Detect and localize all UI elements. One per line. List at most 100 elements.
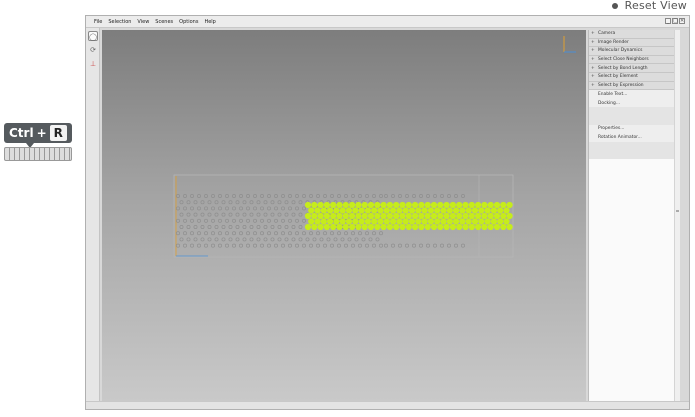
minimize-button[interactable]: _	[665, 18, 671, 24]
panel-select-close-neighbors[interactable]: + Select Close Neighbors	[589, 55, 680, 65]
selected-atom	[330, 201, 337, 209]
grey-atom	[309, 194, 313, 198]
selected-atom	[459, 207, 466, 214]
grey-atom	[218, 206, 222, 211]
grey-atom	[214, 225, 219, 229]
grey-atom	[291, 225, 296, 229]
expand-icon[interactable]: +	[591, 31, 595, 36]
selected-atom	[323, 201, 330, 209]
panel-select-by-element[interactable]: + Select by Element	[589, 72, 680, 82]
panel-select-by-expression[interactable]: + Select by Expression	[589, 81, 680, 91]
keyboard-shortcut-badge: Ctrl + R	[2, 121, 74, 165]
grey-atom	[340, 237, 345, 242]
grey-atom	[200, 200, 205, 205]
expand-icon[interactable]: +	[591, 66, 595, 71]
expand-icon[interactable]: +	[591, 83, 595, 88]
grey-atom	[232, 194, 236, 198]
selected-atom	[421, 207, 428, 214]
selected-atom	[424, 212, 431, 220]
scrollbar-grip[interactable]	[676, 210, 679, 212]
grey-atom	[242, 200, 247, 205]
maximize-button[interactable]: ▢	[672, 18, 678, 24]
selected-atom	[493, 223, 501, 231]
grey-atom	[267, 231, 271, 236]
selected-atom	[304, 223, 312, 231]
selected-atom	[393, 201, 400, 209]
selected-atom	[311, 212, 318, 220]
selected-atom	[405, 201, 412, 209]
grey-atom	[461, 243, 465, 248]
grey-atom	[260, 218, 264, 223]
selected-atom	[487, 223, 494, 231]
menu-file[interactable]: File	[94, 19, 102, 25]
selected-atom	[430, 201, 438, 209]
grey-atom	[186, 225, 191, 229]
grey-atom	[447, 243, 451, 248]
grey-atom	[179, 200, 184, 205]
action-properties[interactable]: Properties...	[589, 124, 680, 134]
expand-icon[interactable]: +	[591, 57, 595, 62]
panel-label: Select by Bond Length	[598, 65, 648, 71]
grey-atom	[249, 212, 254, 217]
panel-molecular-dynamics[interactable]: + Molecular Dynamics	[589, 47, 680, 56]
selected-atom	[478, 207, 485, 214]
grey-atom	[368, 237, 373, 242]
grey-atom	[316, 243, 320, 248]
grey-atom	[239, 194, 243, 198]
menu-scenes[interactable]: Scenes	[155, 19, 173, 25]
orbit-icon[interactable]: ⟳	[88, 45, 98, 55]
camera-icon[interactable]: ◯	[88, 31, 98, 41]
panel-image-render[interactable]: + Image Render	[589, 38, 680, 48]
selected-atom	[484, 218, 491, 225]
grey-atom	[337, 243, 341, 248]
action-enable-text[interactable]: Enable Text...	[589, 90, 680, 99]
grey-atom	[253, 206, 257, 211]
grey-atom	[256, 200, 261, 205]
action-disabled	[589, 107, 680, 116]
application-window: File Selection View Scenes Options Help …	[85, 15, 690, 410]
menu-help[interactable]: Help	[204, 19, 215, 25]
grey-atom	[365, 231, 369, 236]
menu-options[interactable]: Options	[179, 19, 198, 25]
selected-atom	[361, 201, 368, 209]
grey-atom	[298, 237, 303, 242]
selected-atom	[367, 212, 375, 220]
shortcut-keys: Ctrl + R	[4, 123, 72, 143]
grey-atom	[176, 243, 180, 248]
selected-atom	[314, 218, 321, 225]
expand-icon[interactable]: +	[591, 48, 595, 53]
grey-atom	[221, 225, 226, 229]
grey-atom	[200, 237, 205, 242]
selected-atom	[311, 223, 318, 231]
grey-atom	[295, 218, 299, 223]
selected-atom	[355, 201, 362, 209]
grey-atom	[183, 243, 187, 248]
menu-selection[interactable]: Selection	[108, 19, 131, 25]
grey-atom	[249, 200, 254, 205]
selected-atom	[415, 207, 422, 214]
grey-atom	[344, 231, 348, 236]
close-button[interactable]: ✕	[679, 18, 685, 24]
selected-atom	[500, 212, 507, 220]
selected-atom	[330, 223, 337, 231]
grey-atom	[253, 194, 257, 198]
panel-scrollbar[interactable]	[674, 30, 680, 401]
grey-atom	[263, 237, 268, 242]
axes-icon[interactable]: ⊥	[88, 59, 98, 69]
grey-atom	[260, 243, 264, 248]
panel-select-by-bond-length[interactable]: + Select by Bond Length	[589, 64, 680, 73]
menu-view[interactable]: View	[137, 19, 149, 25]
expand-icon[interactable]: +	[591, 74, 595, 79]
action-docking[interactable]: Docking...	[589, 98, 680, 108]
grey-atom	[176, 218, 180, 223]
grey-atom	[358, 194, 362, 198]
panel-camera[interactable]: + Camera	[589, 30, 680, 39]
panel-label: Select by Element	[598, 74, 638, 80]
action-rotation-animator[interactable]: Rotation Animator...	[589, 133, 680, 142]
selected-atom	[361, 212, 368, 220]
grey-atom	[281, 218, 285, 223]
3d-viewport[interactable]	[102, 30, 586, 401]
grey-atom	[193, 200, 198, 205]
grey-atom	[179, 212, 184, 217]
expand-icon[interactable]: +	[591, 40, 595, 45]
